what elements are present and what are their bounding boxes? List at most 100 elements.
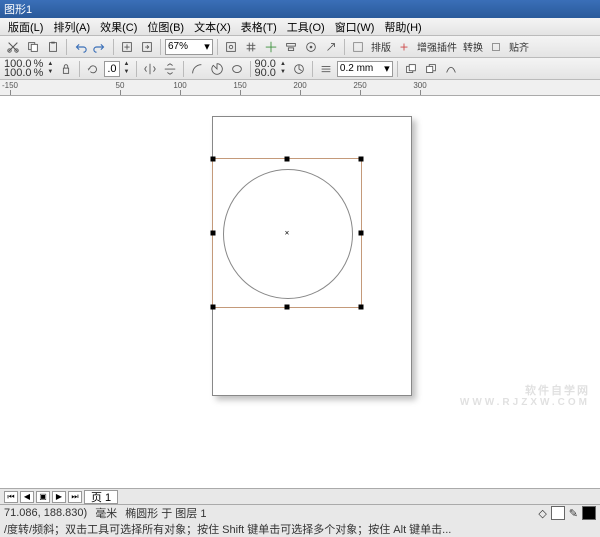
handle-bm[interactable]	[285, 305, 290, 310]
menu-help[interactable]: 帮助(H)	[380, 18, 425, 36]
scale-unit: % %	[34, 60, 44, 78]
menu-table[interactable]: 表格(T)	[237, 18, 281, 36]
lock-ratio-icon[interactable]	[57, 60, 75, 78]
grid-button[interactable]	[242, 38, 260, 56]
pie-icon[interactable]	[208, 60, 226, 78]
rotation-stepper[interactable]: ▲ ▼	[122, 61, 132, 77]
convert-curves-button[interactable]	[442, 60, 460, 78]
handle-ml[interactable]	[211, 231, 216, 236]
export-button[interactable]	[138, 38, 156, 56]
zoom-combo[interactable]: ▾	[165, 39, 213, 55]
handle-br[interactable]	[359, 305, 364, 310]
group-a-icon[interactable]	[349, 38, 367, 56]
menu-layout[interactable]: 版面(L)	[4, 18, 47, 36]
to-front-button[interactable]	[402, 60, 420, 78]
rotation-field[interactable]: .0	[104, 61, 119, 77]
scale-stepper[interactable]: ▲ ▼	[45, 61, 55, 77]
menu-arrange[interactable]: 排列(A)	[49, 18, 94, 36]
menu-text[interactable]: 文本(X)	[190, 18, 235, 36]
import-button[interactable]	[118, 38, 136, 56]
down-icon[interactable]: ▼	[122, 69, 132, 77]
page-prev-icon[interactable]: ◀	[20, 491, 34, 503]
paste-button[interactable]	[44, 38, 62, 56]
page-next-icon[interactable]: ▶	[52, 491, 66, 503]
chevron-down-icon[interactable]: ▾	[382, 62, 392, 76]
separator	[136, 61, 137, 77]
plugin-icon[interactable]	[395, 38, 413, 56]
canvas-area[interactable]: × 软件自学网 WWW.RJZXW.COM	[0, 96, 600, 488]
snap-icon[interactable]	[487, 38, 505, 56]
chevron-down-icon[interactable]: ▾	[202, 40, 212, 54]
handle-bl[interactable]	[211, 305, 216, 310]
mirror-h-button[interactable]	[141, 60, 159, 78]
menu-bitmap[interactable]: 位图(B)	[143, 18, 188, 36]
arc-icon[interactable]	[188, 60, 206, 78]
ruler-tick-label: 50	[116, 81, 125, 90]
scale-x-field: 100.0 100.0	[4, 60, 32, 78]
standard-toolbar: ▾ 排版 增强插件 转换 贴齐	[0, 36, 600, 58]
label-pailie: 排版	[369, 39, 393, 54]
to-back-button[interactable]	[422, 60, 440, 78]
options-button[interactable]	[302, 38, 320, 56]
outline-width-icon	[317, 60, 335, 78]
separator	[160, 39, 161, 55]
down-icon[interactable]: ▼	[45, 69, 55, 77]
ruler-tick-label: 200	[293, 81, 306, 90]
separator	[66, 39, 67, 55]
down-icon[interactable]: ▼	[278, 69, 288, 77]
separator	[217, 39, 218, 55]
status-bar: 71.086, 188.830) 毫米 椭圆形 于 图层 1 ◇ ✎ /度转/频…	[0, 504, 600, 536]
ruler-tick-label: 250	[353, 81, 366, 90]
watermark: 软件自学网 WWW.RJZXW.COM	[460, 385, 590, 408]
scale-y-value: 100.0	[4, 69, 32, 78]
direction-icon[interactable]	[290, 60, 308, 78]
launch-button[interactable]	[322, 38, 340, 56]
outline-icon: ✎	[569, 507, 578, 520]
ruler-tick-label: 100	[173, 81, 186, 90]
selection-box[interactable]: ×	[212, 158, 362, 308]
separator	[113, 39, 114, 55]
handle-tl[interactable]	[211, 157, 216, 162]
menu-bar: 版面(L) 排列(A) 效果(C) 位图(B) 文本(X) 表格(T) 工具(O…	[0, 18, 600, 36]
mirror-v-button[interactable]	[161, 60, 179, 78]
undo-button[interactable]	[71, 38, 89, 56]
ruler-tick-label: -150	[2, 81, 18, 90]
fill-swatch[interactable]	[551, 506, 565, 520]
zoom-input[interactable]	[166, 41, 202, 52]
separator	[250, 61, 251, 77]
menu-effects[interactable]: 效果(C)	[96, 18, 141, 36]
page-add-icon[interactable]: ▣	[36, 491, 50, 503]
cut-button[interactable]	[4, 38, 22, 56]
center-marker: ×	[285, 229, 290, 238]
copy-button[interactable]	[24, 38, 42, 56]
watermark-line1: 软件自学网	[460, 385, 590, 397]
label-snap[interactable]: 贴齐	[507, 39, 531, 54]
handle-tr[interactable]	[359, 157, 364, 162]
angle-stepper[interactable]: ▲ ▼	[278, 61, 288, 77]
hint-text: /度转/频斜；双击工具可选择所有对象；按住 Shift 键单击可选择多个对象；按…	[4, 521, 451, 537]
outline-width-combo[interactable]: ▾	[337, 61, 393, 77]
redo-button[interactable]	[91, 38, 109, 56]
separator	[397, 61, 398, 77]
page-last-icon[interactable]: ⏭	[68, 491, 82, 503]
page-tab-1[interactable]: 页 1	[84, 490, 118, 504]
menu-tools[interactable]: 工具(O)	[283, 18, 329, 36]
separator	[79, 61, 80, 77]
page-first-icon[interactable]: ⏮	[4, 491, 18, 503]
angle-b: 90.0	[255, 69, 276, 78]
ellipse-icon[interactable]	[228, 60, 246, 78]
label-convert[interactable]: 转换	[461, 39, 485, 54]
handle-mr[interactable]	[359, 231, 364, 236]
outline-width-input[interactable]	[338, 63, 382, 74]
separator	[344, 39, 345, 55]
rotation-icon	[84, 60, 102, 78]
separator	[183, 61, 184, 77]
outline-swatch[interactable]	[582, 506, 596, 520]
ruler-tick-label: 150	[233, 81, 246, 90]
handle-tm[interactable]	[285, 157, 290, 162]
ruler-tick-label: 300	[413, 81, 426, 90]
snap-button[interactable]	[222, 38, 240, 56]
menu-window[interactable]: 窗口(W)	[331, 18, 379, 36]
guides-button[interactable]	[262, 38, 280, 56]
align-button[interactable]	[282, 38, 300, 56]
